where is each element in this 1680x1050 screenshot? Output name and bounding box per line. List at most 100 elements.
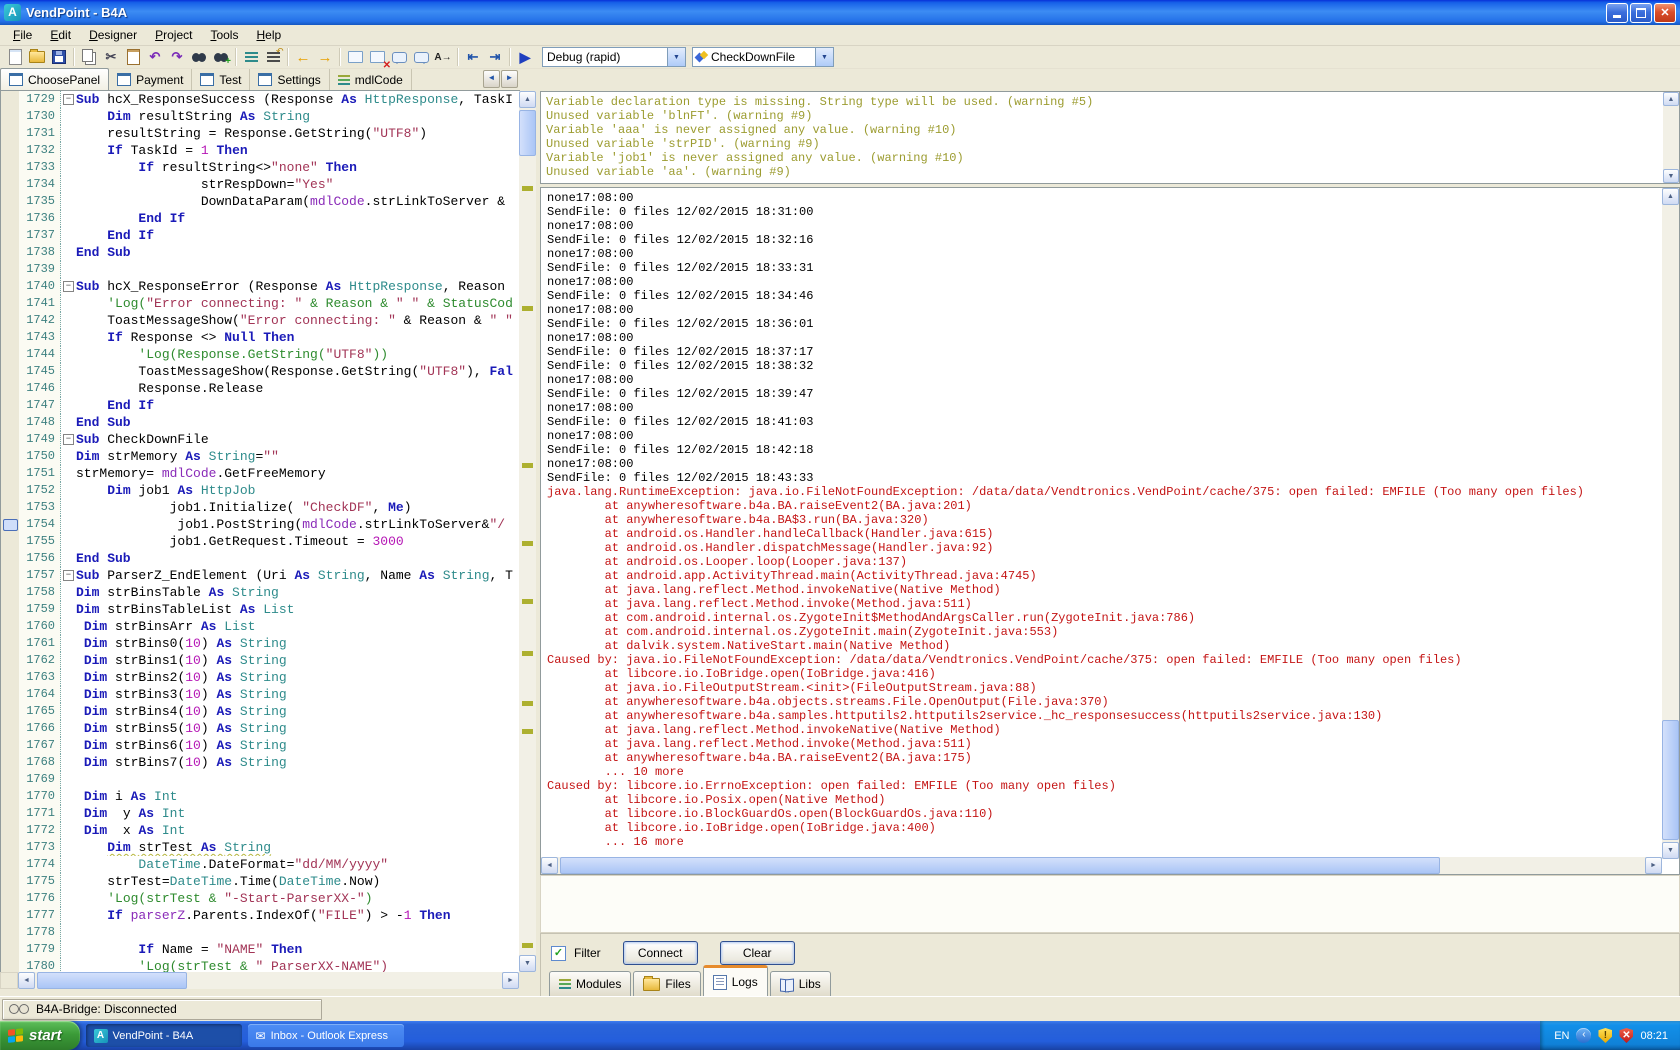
fold-collapse-icon[interactable] [61,278,76,295]
scroll-up-arrow[interactable]: ▲ [519,91,536,108]
scroll-down-arrow[interactable]: ▼ [1663,169,1679,183]
logs-vertical-scrollbar[interactable]: ▲ ▼ [1662,188,1679,859]
gutter-margin [1,414,19,431]
uncomment-button[interactable] [410,47,432,67]
menu-edit[interactable]: Edit [41,26,80,44]
clear-button[interactable]: Clear [720,941,795,965]
tab-scroll-right-button[interactable]: ► [501,70,518,88]
save-button[interactable] [48,47,70,67]
remove-region-button[interactable]: ✕ [366,47,388,67]
filter-checkbox[interactable]: ✓ [551,946,566,961]
log-line: none17:08:00 [547,303,1656,317]
menu-project[interactable]: Project [146,26,201,44]
menu-tools[interactable]: Tools [201,26,247,44]
revert-format-button[interactable] [262,47,284,67]
open-button[interactable] [26,47,48,67]
windows-flag-icon [8,1028,24,1044]
log-line: SendFile: 0 files 12/02/2015 18:33:31 [547,261,1656,275]
indent-button[interactable]: ⇥ [484,47,506,67]
log-line: SendFile: 0 files 12/02/2015 18:42:18 [547,443,1656,457]
menu-file[interactable]: File [4,26,41,44]
rename-button[interactable]: A→ [432,47,454,67]
restore-button[interactable] [1630,3,1652,23]
code-editor[interactable]: 1729Sub hcX_ResponseSuccess (Response As… [0,91,519,972]
run-button[interactable]: ▶ [514,47,536,67]
chevron-down-icon[interactable]: ▼ [815,48,833,66]
log-output-box[interactable]: none17:08:00SendFile: 0 files 12/02/2015… [540,187,1680,875]
gutter-margin [1,669,19,686]
start-button[interactable]: start [0,1021,80,1050]
scroll-right-arrow[interactable]: ► [1645,857,1662,874]
navigate-back-button[interactable]: ← [292,47,314,67]
scroll-down-arrow[interactable]: ▼ [1662,842,1679,859]
format-code-button[interactable] [240,47,262,67]
paste-button[interactable] [122,47,144,67]
window-title: VendPoint - B4A [26,5,1604,20]
connect-button[interactable]: Connect [623,941,698,965]
language-indicator[interactable]: EN [1554,1030,1569,1042]
fold-collapse-icon[interactable] [61,567,76,584]
close-button[interactable]: ✕ [1654,3,1676,23]
tab-test[interactable]: Test [192,69,250,90]
comment-button[interactable] [388,47,410,67]
fold-column [61,329,76,346]
redo-button[interactable]: ↷ [166,47,188,67]
fold-collapse-icon[interactable] [61,431,76,448]
copy-button[interactable] [78,47,100,67]
tab-files[interactable]: Files [633,971,700,996]
compiler-warnings-list[interactable]: Variable declaration type is missing. St… [540,91,1680,184]
tab-payment[interactable]: Payment [109,69,192,90]
fold-collapse-icon[interactable] [61,91,76,108]
warnings-vertical-scrollbar[interactable]: ▲ ▼ [1663,92,1679,183]
menu-designer[interactable]: Designer [80,26,146,44]
log-line: SendFile: 0 files 12/02/2015 18:34:46 [547,289,1656,303]
security-alert-shield-icon[interactable]: ✕ [1619,1028,1633,1043]
log-line: none17:08:00 [547,219,1656,233]
navigate-forward-button[interactable]: → [314,47,336,67]
scrollbar-thumb[interactable] [1662,720,1679,840]
chevron-down-icon[interactable]: ▼ [667,48,685,66]
scroll-left-arrow[interactable]: ◄ [541,857,558,874]
code-text: strTest=DateTime.Time(DateTime.Now) [76,873,519,890]
scrollbar-thumb[interactable] [560,857,1440,874]
menu-help[interactable]: Help [247,26,290,44]
cut-button[interactable]: ✂ [100,47,122,67]
scroll-right-arrow[interactable]: ► [502,972,519,989]
editor-vertical-scrollbar[interactable]: ▲ ▼ [519,91,536,972]
find-button[interactable] [188,47,210,67]
scroll-up-arrow[interactable]: ▲ [1663,92,1679,106]
navigate-sub-select[interactable]: CheckDownFile ▼ [692,47,834,67]
select-region-button[interactable] [344,47,366,67]
scroll-left-arrow[interactable]: ◄ [18,972,35,989]
code-text: Sub hcX_ResponseSuccess (Response As Htt… [76,91,519,108]
tab-modules[interactable]: Modules [549,971,631,996]
new-file-button[interactable] [4,47,26,67]
tab-settings[interactable]: Settings [250,69,329,90]
security-warning-shield-icon[interactable]: ! [1598,1028,1612,1043]
scroll-up-arrow[interactable]: ▲ [1662,188,1679,205]
line-number: 1755 [19,533,61,550]
tab-mdlcode[interactable]: mdlCode [330,69,412,90]
find-next-button[interactable]: + [210,47,232,67]
code-line: 1766 Dim strBins5(10) As String [1,720,519,737]
editor-horizontal-scrollbar[interactable]: ◄ ► [18,972,519,989]
code-text [76,261,519,278]
scroll-down-arrow[interactable]: ▼ [519,955,536,972]
build-configuration-value: Debug (rapid) [543,50,667,64]
scrollbar-thumb[interactable] [519,110,536,156]
fold-column [61,142,76,159]
minimize-button[interactable] [1606,3,1628,23]
outdent-button[interactable]: ⇤ [462,47,484,67]
undo-button[interactable]: ↶ [144,47,166,67]
tab-scroll-left-button[interactable]: ◄ [483,70,500,88]
scrollbar-thumb[interactable] [37,972,187,989]
line-number: 1777 [19,907,61,924]
tray-collapse-icon[interactable]: ‹ [1576,1028,1591,1043]
build-configuration-select[interactable]: Debug (rapid) ▼ [542,47,686,67]
tab-logs[interactable]: Logs [703,965,768,996]
taskbar-item-outlook[interactable]: ✉ Inbox - Outlook Express [248,1024,404,1047]
taskbar-item-vendpoint[interactable]: A VendPoint - B4A [86,1024,242,1047]
tab-choosepanel[interactable]: ChoosePanel [0,68,109,90]
tab-libs[interactable]: Libs [770,971,831,996]
logs-horizontal-scrollbar[interactable]: ◄ ► [541,857,1662,874]
